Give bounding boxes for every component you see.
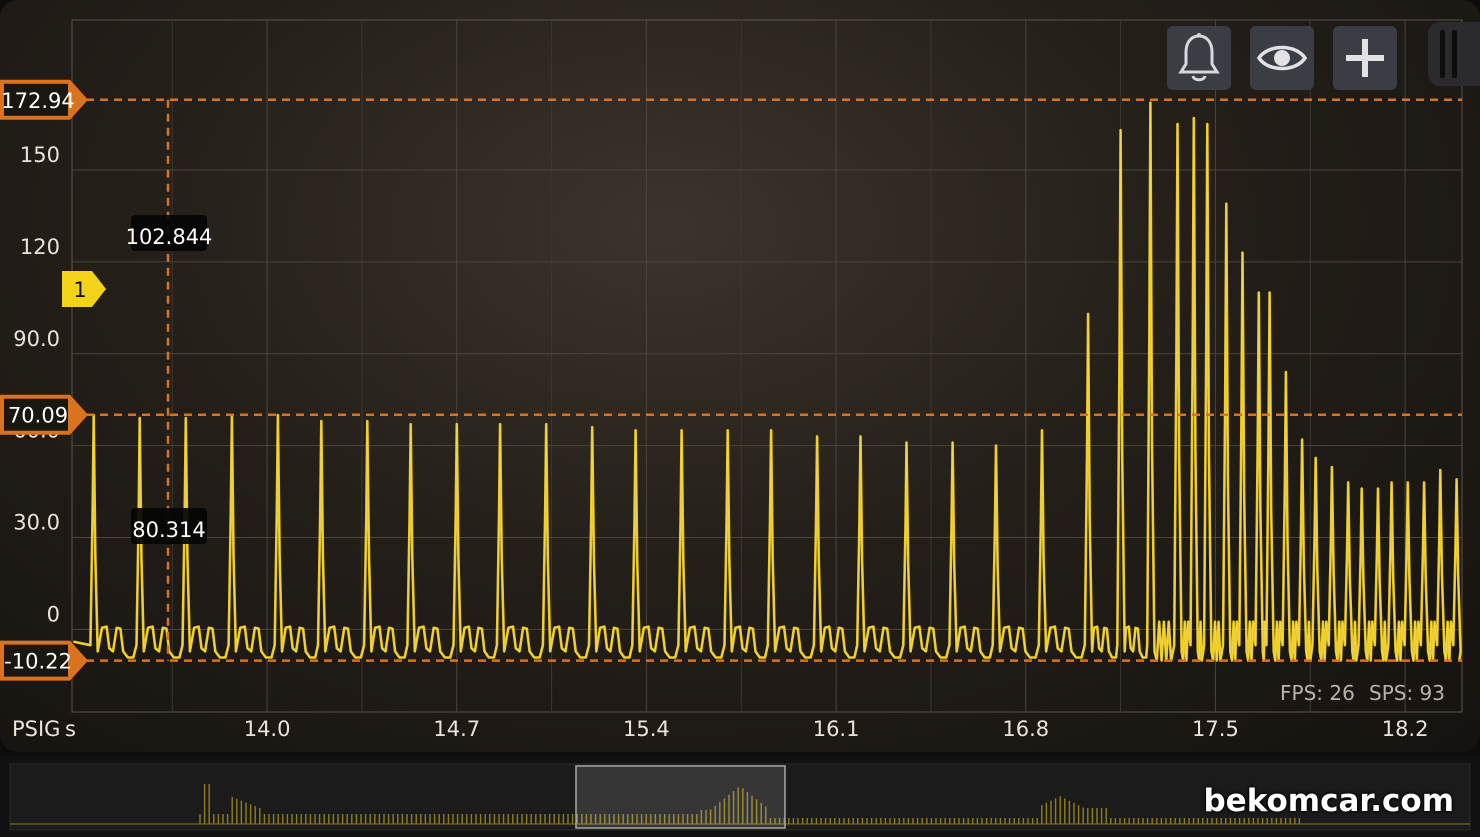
- x-tick-label: 18.2: [1382, 717, 1429, 741]
- x-tick-label: 14.7: [433, 717, 480, 741]
- plot-area[interactable]: 14.014.715.416.116.817.518.215012090.060…: [0, 0, 1480, 752]
- pressure-waveform: [73, 101, 1462, 662]
- level-marker-label: 70.09: [8, 404, 68, 428]
- level-marker-handle[interactable]: 70.09: [0, 394, 88, 435]
- x-tick-label: 14.0: [244, 717, 291, 741]
- eye-icon: [1256, 45, 1308, 71]
- plus-icon: [1346, 39, 1384, 77]
- grip-line: [1440, 30, 1445, 78]
- add-channel-button[interactable]: [1333, 26, 1397, 90]
- upper-limit-marker-label: 172.94: [1, 89, 74, 113]
- alarm-button[interactable]: [1167, 26, 1231, 90]
- fps-readout: FPS: 26: [1280, 681, 1355, 705]
- visibility-button[interactable]: [1250, 26, 1314, 90]
- cursor-readout-text: 80.314: [132, 518, 205, 542]
- upper-limit-marker-handle[interactable]: 172.94: [0, 79, 88, 120]
- x-tick-label: 17.5: [1192, 717, 1239, 741]
- side-drawer-handle[interactable]: [1428, 22, 1480, 86]
- pressure-waveform-highlight: [73, 102, 1462, 661]
- y-tick-label: 120: [20, 235, 60, 259]
- x-unit-label: s: [65, 717, 76, 741]
- sps-readout: SPS: 93: [1369, 681, 1445, 705]
- bell-icon: [1178, 33, 1220, 82]
- y-tick-label: 90.0: [13, 327, 60, 351]
- x-tick-label: 15.4: [623, 717, 670, 741]
- pressure-chart[interactable]: 14.014.715.416.116.817.518.215012090.060…: [0, 0, 1480, 752]
- cursor-readout: 102.844: [126, 215, 213, 251]
- y-tick-label: 150: [20, 143, 60, 167]
- x-tick-label: 16.8: [1002, 717, 1049, 741]
- grip-line: [1452, 30, 1457, 78]
- y-tick-label: 30.0: [13, 510, 60, 534]
- lower-limit-marker-label: -10.22: [4, 650, 72, 674]
- trigger-marker-label: 1: [73, 278, 86, 302]
- x-tick-label: 16.1: [813, 717, 860, 741]
- cursor-readout-text: 102.844: [126, 225, 213, 249]
- trigger-marker[interactable]: 1: [62, 271, 106, 307]
- y-unit-label: PSIG: [12, 717, 60, 741]
- cursor-readout: 80.314: [131, 508, 207, 544]
- y-tick-label: 0: [47, 602, 60, 626]
- overview-viewport-window[interactable]: [575, 765, 786, 829]
- lower-limit-marker-handle[interactable]: -10.22: [0, 640, 88, 681]
- waveform-layer: [73, 101, 1462, 662]
- watermark-text: bekomcar.com: [1203, 783, 1454, 819]
- overview-strip[interactable]: bekomcar.com: [0, 756, 1480, 837]
